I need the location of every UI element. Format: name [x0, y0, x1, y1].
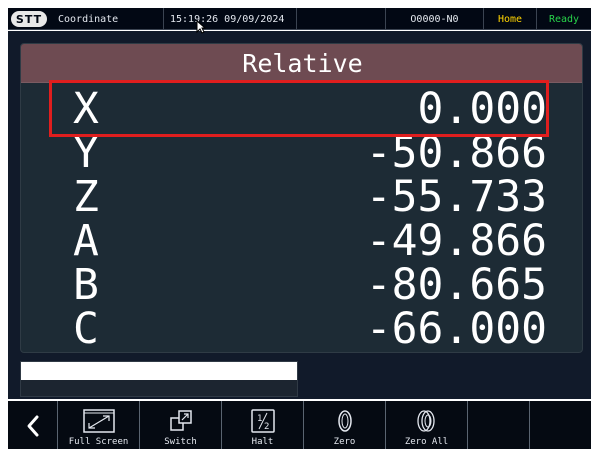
- mouse-cursor-icon: [196, 20, 206, 34]
- halt-label: Halt: [251, 437, 274, 447]
- zero-label: Zero: [333, 437, 356, 447]
- coordinate-mode-header[interactable]: Relative: [21, 44, 582, 83]
- brand-logo: STT: [11, 11, 47, 27]
- axis-value: -55.733: [365, 172, 547, 222]
- switch-label: Switch: [164, 437, 197, 447]
- axis-label: C: [73, 304, 99, 353]
- value-input[interactable]: [21, 362, 297, 380]
- bottom-toolbar: Full Screen Switch 1 2 Halt Zero Zero Al…: [8, 401, 591, 449]
- axis-row-z[interactable]: Z -55.733: [21, 172, 582, 222]
- halt-button[interactable]: 1 2 Halt: [222, 401, 304, 449]
- back-button[interactable]: [8, 401, 58, 449]
- axis-row-y[interactable]: Y -50.866: [21, 128, 582, 178]
- half-fraction-icon: 1 2: [250, 409, 275, 433]
- clock-display: 15:19:26 09/09/2024: [164, 8, 297, 30]
- full-screen-label: Full Screen: [68, 437, 129, 447]
- logo-cell: STT: [8, 8, 52, 30]
- chevron-left-icon: [27, 415, 38, 437]
- empty-soft-key[interactable]: [468, 401, 530, 449]
- axis-row-x[interactable]: X 0.000: [21, 84, 582, 134]
- axis-row-c[interactable]: C -66.000: [21, 304, 582, 353]
- zero-all-button[interactable]: Zero All: [386, 401, 468, 449]
- axis-value: -66.000: [365, 304, 547, 353]
- svg-text:1: 1: [257, 414, 262, 424]
- zero-icon: [337, 410, 352, 432]
- zero-button[interactable]: Zero: [304, 401, 386, 449]
- screen-title: Coordinate: [52, 8, 164, 30]
- axis-value: -80.665: [365, 260, 547, 310]
- full-screen-button[interactable]: Full Screen: [58, 401, 140, 449]
- axis-value: 0.000: [417, 84, 547, 134]
- axis-value: -50.866: [365, 128, 547, 178]
- axis-label: X: [73, 84, 99, 134]
- empty-soft-key[interactable]: [530, 401, 591, 449]
- axis-label: Y: [73, 128, 99, 178]
- axis-label: A: [73, 216, 99, 266]
- full-screen-icon: [82, 409, 115, 433]
- axis-label: B: [73, 260, 99, 310]
- mode-indicator: Home: [484, 8, 537, 30]
- svg-text:2: 2: [264, 422, 269, 432]
- program-number: O0000-N0: [386, 8, 484, 30]
- axis-label: Z: [73, 172, 99, 222]
- status-indicator: Ready: [548, 13, 580, 25]
- axis-row-a[interactable]: A -49.866: [21, 216, 582, 266]
- axis-value: -49.866: [365, 216, 547, 266]
- zero-all-icon: [416, 410, 435, 432]
- top-status-bar: STT Coordinate 15:19:26 09/09/2024 O0000…: [8, 8, 591, 30]
- main-area: Relative X 0.000 Y -50.866 Z -55.733 A -…: [8, 31, 591, 399]
- input-box: [20, 361, 298, 397]
- switch-button[interactable]: Switch: [140, 401, 222, 449]
- coordinate-panel: Relative X 0.000 Y -50.866 Z -55.733 A -…: [20, 43, 583, 353]
- status-blank-cell: [297, 8, 386, 30]
- switch-windows-icon: [169, 410, 192, 431]
- axis-row-b[interactable]: B -80.665: [21, 260, 582, 310]
- zero-all-label: Zero All: [404, 437, 449, 447]
